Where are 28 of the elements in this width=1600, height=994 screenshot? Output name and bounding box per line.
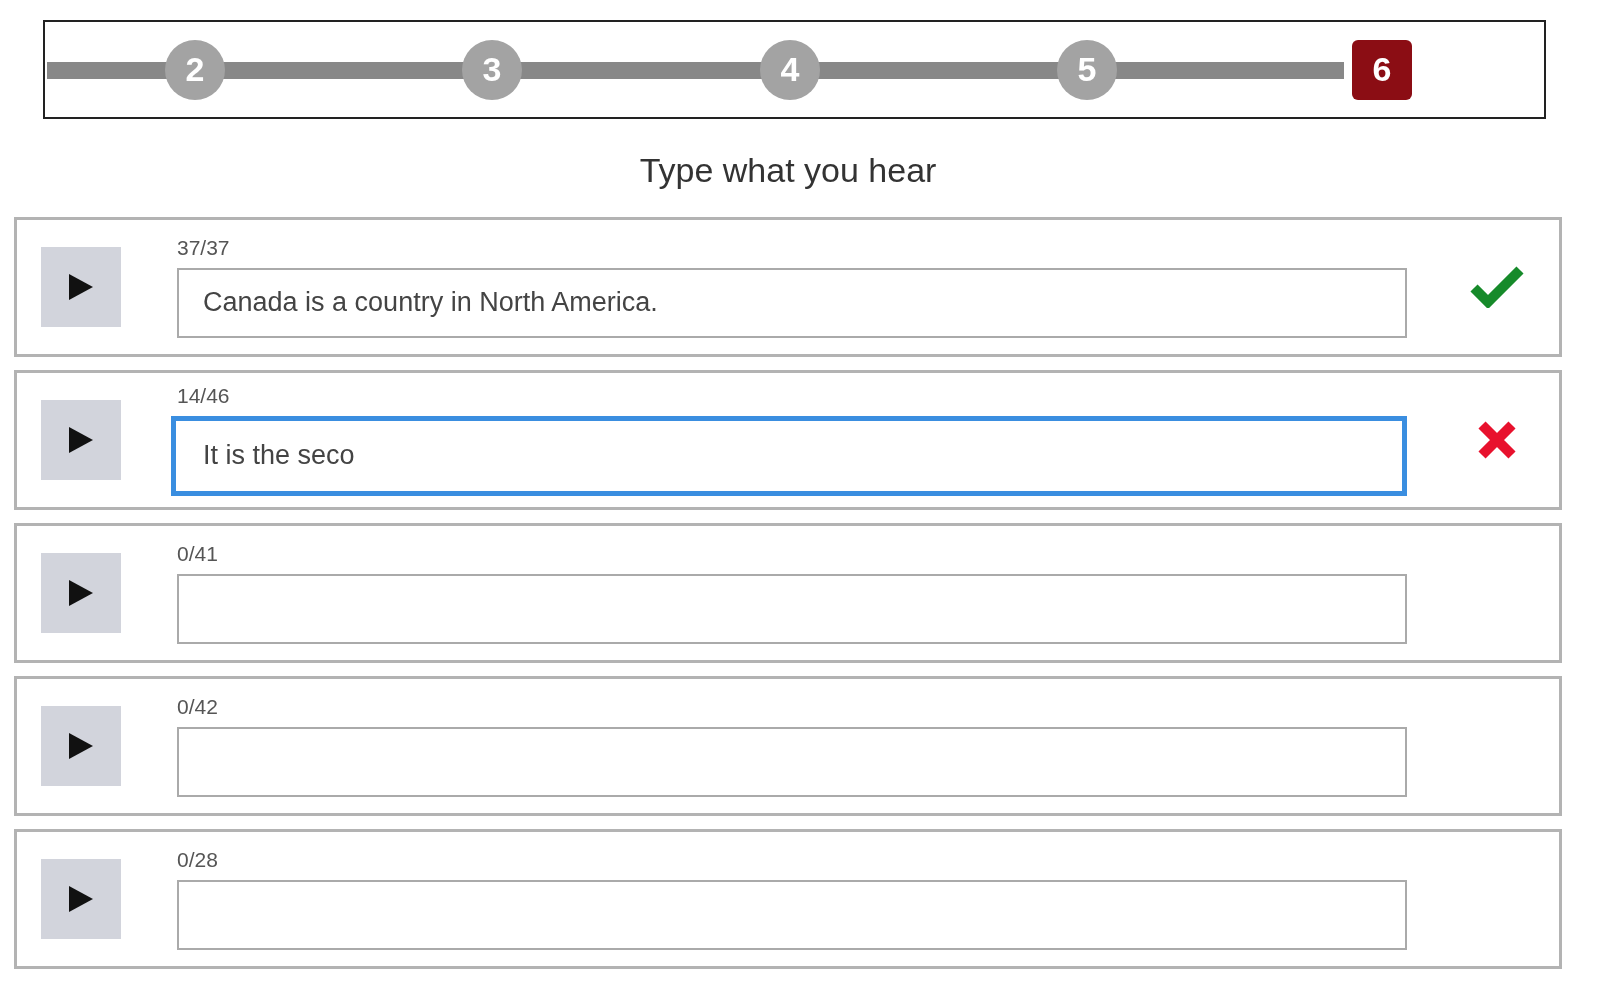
character-counter: 37/37	[177, 236, 231, 258]
step-marker: 3	[462, 39, 522, 100]
answer-field[interactable]: Canada is a country in North America.	[177, 267, 1407, 338]
step-marker: 6	[1352, 39, 1412, 100]
answer-field[interactable]	[177, 879, 1407, 950]
play-button[interactable]	[41, 247, 121, 327]
play-button[interactable]	[41, 400, 121, 480]
play-icon	[69, 733, 93, 759]
answer-field[interactable]	[177, 726, 1407, 797]
play-icon	[69, 580, 93, 606]
step-marker: 2	[165, 39, 225, 100]
character-counter: 14/46	[177, 384, 231, 406]
play-icon	[69, 427, 93, 453]
character-counter: 0/42	[177, 695, 219, 717]
character-counter: 0/41	[177, 542, 219, 564]
play-button[interactable]	[41, 553, 121, 633]
answer-field[interactable]: It is the seco	[171, 415, 1407, 496]
answer-field[interactable]	[177, 573, 1407, 644]
play-button[interactable]	[41, 859, 121, 939]
checkmark-icon	[1470, 266, 1524, 308]
step-marker: 4	[760, 39, 820, 100]
play-button[interactable]	[41, 706, 121, 786]
page-title: Type what you hear	[639, 153, 937, 187]
play-icon	[69, 886, 93, 912]
cross-icon	[1477, 420, 1517, 460]
play-icon	[69, 274, 93, 300]
character-counter: 0/28	[177, 848, 219, 870]
step-marker: 5	[1057, 39, 1117, 100]
